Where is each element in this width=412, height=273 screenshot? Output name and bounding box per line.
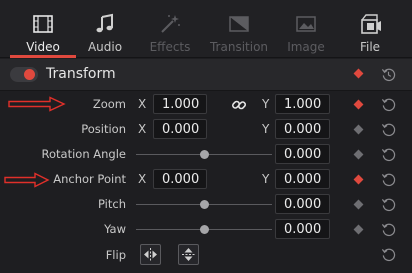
rotation-angle-row: Rotation Angle 0.000 (0, 142, 412, 167)
link-icon[interactable] (231, 97, 247, 113)
reset-icon[interactable] (381, 97, 396, 112)
reset-icon[interactable] (381, 222, 396, 237)
zoom-y-field[interactable]: 1.000 (275, 94, 330, 114)
position-x-axis-label: X (138, 122, 147, 136)
yaw-label: Yaw (104, 222, 126, 236)
anchor-y-axis-label: Y (262, 172, 270, 186)
yaw-row: Yaw 0.000 (0, 217, 412, 242)
pitch-field[interactable]: 0.000 (275, 194, 330, 214)
keyframe-diamond-icon[interactable] (353, 199, 364, 210)
rotation-angle-label: Rotation Angle (41, 147, 126, 161)
tab-video-label: Video (26, 40, 60, 54)
rotation-angle-field[interactable]: 0.000 (275, 144, 330, 164)
yaw-field[interactable]: 0.000 (275, 219, 330, 239)
zoom-y-axis-label: Y (262, 97, 270, 111)
toggle-knob (24, 69, 35, 80)
tab-file[interactable]: File (337, 0, 403, 58)
annotation-arrow-icon (4, 172, 50, 188)
transform-enable-toggle[interactable] (10, 67, 38, 82)
tab-audio[interactable]: Audio (72, 0, 138, 58)
keyframe-diamond-icon[interactable] (353, 68, 364, 79)
active-tab-indicator (10, 55, 76, 58)
anchor-x-axis-label: X (138, 172, 147, 186)
tab-effects[interactable]: Effects (137, 0, 203, 58)
transition-icon (229, 16, 249, 32)
flip-row: Flip (0, 244, 412, 269)
flip-vertical-icon (182, 248, 195, 261)
image-icon (296, 16, 316, 32)
reset-icon[interactable] (381, 172, 396, 187)
magic-wand-icon (161, 15, 180, 33)
rotation-slider-thumb[interactable] (199, 150, 209, 159)
inspector-tab-bar: Video Audio Effects Transition Image Fil… (0, 0, 412, 58)
keyframe-diamond-icon[interactable] (353, 149, 364, 160)
position-x-field[interactable]: 0.000 (153, 119, 207, 139)
yaw-slider-thumb[interactable] (199, 225, 209, 234)
tab-image[interactable]: Image (273, 0, 339, 58)
tab-image-label: Image (287, 40, 325, 54)
tab-effects-label: Effects (149, 40, 191, 54)
zoom-row: Zoom X 1.000 Y 1.000 (0, 92, 412, 117)
tab-audio-label: Audio (87, 40, 123, 54)
section-title: Transform (46, 66, 116, 82)
file-film-icon (361, 14, 381, 34)
keyframe-diamond-icon[interactable] (353, 174, 364, 185)
annotation-arrow-icon (8, 96, 66, 112)
tab-file-label: File (359, 40, 381, 54)
pitch-row: Pitch 0.000 (0, 192, 412, 217)
keyframe-diamond-icon[interactable] (353, 99, 364, 110)
keyframe-diamond-icon[interactable] (353, 124, 364, 135)
reset-icon[interactable] (381, 197, 396, 212)
keyframe-history-icon[interactable] (381, 67, 396, 82)
position-label: Position (81, 122, 126, 136)
anchor-point-label: Anchor Point (53, 172, 126, 186)
reset-icon[interactable] (381, 247, 396, 262)
tab-video[interactable]: Video (10, 0, 76, 58)
flip-label: Flip (105, 248, 126, 262)
zoom-x-axis-label: X (138, 97, 147, 111)
tab-transition-label: Transition (209, 40, 269, 54)
reset-icon[interactable] (381, 147, 396, 162)
music-note-icon (96, 13, 113, 33)
keyframe-diamond-icon[interactable] (353, 224, 364, 235)
reset-icon[interactable] (381, 122, 396, 137)
video-panel-icon (33, 15, 53, 33)
position-y-axis-label: Y (262, 122, 270, 136)
flip-horizontal-icon (144, 248, 157, 261)
tab-transition[interactable]: Transition (206, 0, 272, 58)
position-y-field[interactable]: 0.000 (275, 119, 330, 139)
flip-vertical-button[interactable] (178, 244, 199, 265)
zoom-x-field[interactable]: 1.000 (153, 94, 207, 114)
pitch-label: Pitch (98, 197, 126, 211)
pitch-slider-thumb[interactable] (199, 200, 209, 209)
zoom-label: Zoom (92, 97, 126, 111)
position-row: Position X 0.000 Y 0.000 (0, 117, 412, 142)
anchor-y-field[interactable]: 0.000 (275, 169, 330, 189)
anchor-point-row: Anchor Point X 0.000 Y 0.000 (0, 167, 412, 192)
flip-horizontal-button[interactable] (140, 244, 161, 265)
transform-section-header: Transform (0, 59, 412, 91)
anchor-x-field[interactable]: 0.000 (153, 169, 207, 189)
